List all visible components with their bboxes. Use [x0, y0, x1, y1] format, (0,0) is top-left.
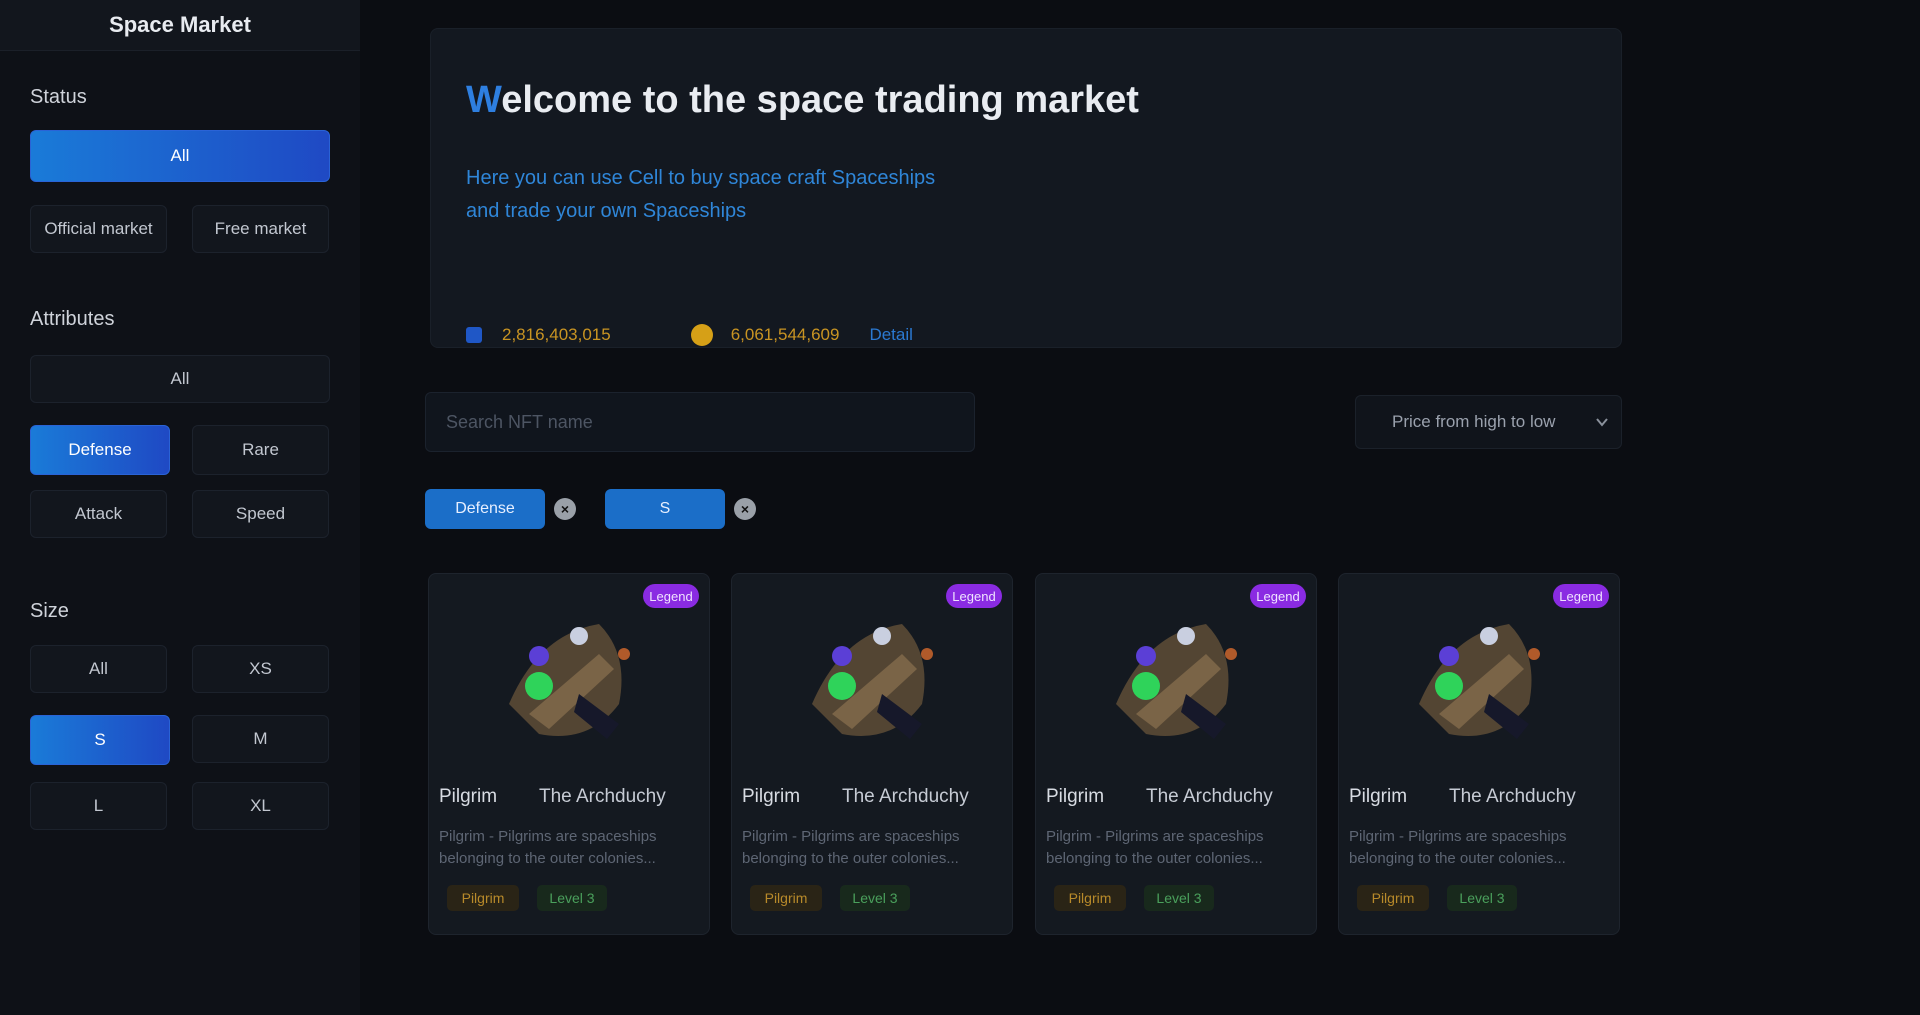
card-description: Pilgrim - Pilgrims are spaceships belong… [742, 828, 960, 867]
spaceship-image [1419, 624, 1540, 739]
attribute-attack-button[interactable]: Attack [30, 490, 167, 538]
nft-card[interactable]: Legend Pilgrim The Archduchy Pilgrim - P… [1338, 573, 1620, 935]
card-name: Pilgrim [439, 786, 498, 807]
nft-card[interactable]: Legend Pilgrim The Archduchy Pilgrim - P… [428, 573, 710, 935]
filter-chip-size: S [605, 489, 725, 529]
banner-description-line-2: and trade your own Spaceships [466, 200, 747, 222]
banner-stats: 2,816,403,015 6,061,544,609 Detail [466, 323, 913, 347]
welcome-banner: Welcome to the space trading market Here… [430, 28, 1622, 348]
size-m-button[interactable]: M [192, 715, 329, 763]
spaceship-image [509, 624, 630, 739]
card-description: Pilgrim - Pilgrims are spaceships belong… [1046, 828, 1264, 867]
nft-card[interactable]: Legend Pilgrim The Archduchy Pilgrim - P… [1035, 573, 1317, 935]
attribute-rare-button[interactable]: Rare [192, 425, 329, 475]
status-free-market-button[interactable]: Free market [192, 205, 329, 253]
attribute-speed-button[interactable]: Speed [192, 490, 329, 538]
card-level-tag: Level 3 [840, 885, 910, 911]
page-title-rest: elcome to the space trading market [501, 79, 1139, 121]
nft-card[interactable]: Legend Pilgrim The Archduchy Pilgrim - P… [731, 573, 1013, 935]
banner-description: Here you can use Cell to buy space craft… [466, 162, 1066, 228]
card-subtitle: The Archduchy [539, 786, 666, 807]
card-subtitle: The Archduchy [1146, 786, 1273, 807]
attributes-label: Attributes [30, 308, 115, 330]
stat-coins: 6,061,544,609 [690, 324, 840, 346]
spaceship-image [1116, 624, 1237, 739]
rarity-badge: Legend [946, 584, 1002, 608]
stat-volume: 2,816,403,015 [466, 325, 611, 345]
search-box[interactable] [425, 392, 975, 452]
card-name: Pilgrim [1046, 786, 1105, 807]
size-l-button[interactable]: L [30, 782, 167, 830]
rarity-badge: Legend [1553, 584, 1609, 608]
page-title: Welcome to the space trading market [466, 79, 1139, 122]
status-label: Status [30, 86, 87, 108]
rarity-badge: Legend [643, 584, 699, 608]
card-subtitle: The Archduchy [1449, 786, 1576, 807]
coin-icon [690, 324, 713, 346]
size-s-button[interactable]: S [30, 715, 170, 765]
detail-link[interactable]: Detail [869, 325, 912, 345]
status-official-market-button[interactable]: Official market [30, 205, 167, 253]
card-description: Pilgrim - Pilgrims are spaceships belong… [439, 828, 657, 867]
banner-description-line-1: Here you can use Cell to buy space craft… [466, 167, 936, 189]
size-xl-button[interactable]: XL [192, 782, 329, 830]
card-class-tag: Pilgrim [447, 885, 519, 911]
chevron-down-icon [1596, 418, 1608, 427]
card-name: Pilgrim [1349, 786, 1408, 807]
card-subtitle: The Archduchy [842, 786, 969, 807]
card-class-tag: Pilgrim [750, 885, 822, 911]
stat-volume-value: 2,816,403,015 [502, 325, 611, 344]
card-class-tag: Pilgrim [1054, 885, 1126, 911]
remove-filter-defense-icon[interactable]: × [554, 498, 576, 520]
spaceship-image [812, 624, 933, 739]
card-level-tag: Level 3 [537, 885, 607, 911]
card-level-tag: Level 3 [1144, 885, 1214, 911]
token-icon [466, 327, 482, 343]
card-level-tag: Level 3 [1447, 885, 1517, 911]
attribute-defense-button[interactable]: Defense [30, 425, 170, 475]
card-description: Pilgrim - Pilgrims are spaceships belong… [1349, 828, 1567, 867]
size-xs-button[interactable]: XS [192, 645, 329, 693]
stat-coins-value: 6,061,544,609 [730, 325, 840, 344]
sort-label: Price from high to low [1392, 412, 1556, 431]
size-all-button[interactable]: All [30, 645, 167, 693]
remove-filter-size-icon[interactable]: × [734, 498, 756, 520]
sidebar: Space Market Status All Official market … [0, 0, 360, 1015]
card-name: Pilgrim [742, 786, 801, 807]
filter-chip-defense: Defense [425, 489, 545, 529]
attributes-all-button[interactable]: All [30, 355, 330, 403]
rarity-badge: Legend [1250, 584, 1306, 608]
card-class-tag: Pilgrim [1357, 885, 1429, 911]
search-input[interactable] [444, 410, 974, 434]
sidebar-title: Space Market [0, 0, 360, 51]
page-title-initial: W [466, 79, 502, 121]
size-label: Size [30, 600, 69, 622]
sort-dropdown[interactable]: Price from high to low [1355, 395, 1622, 449]
status-all-button[interactable]: All [30, 130, 330, 182]
